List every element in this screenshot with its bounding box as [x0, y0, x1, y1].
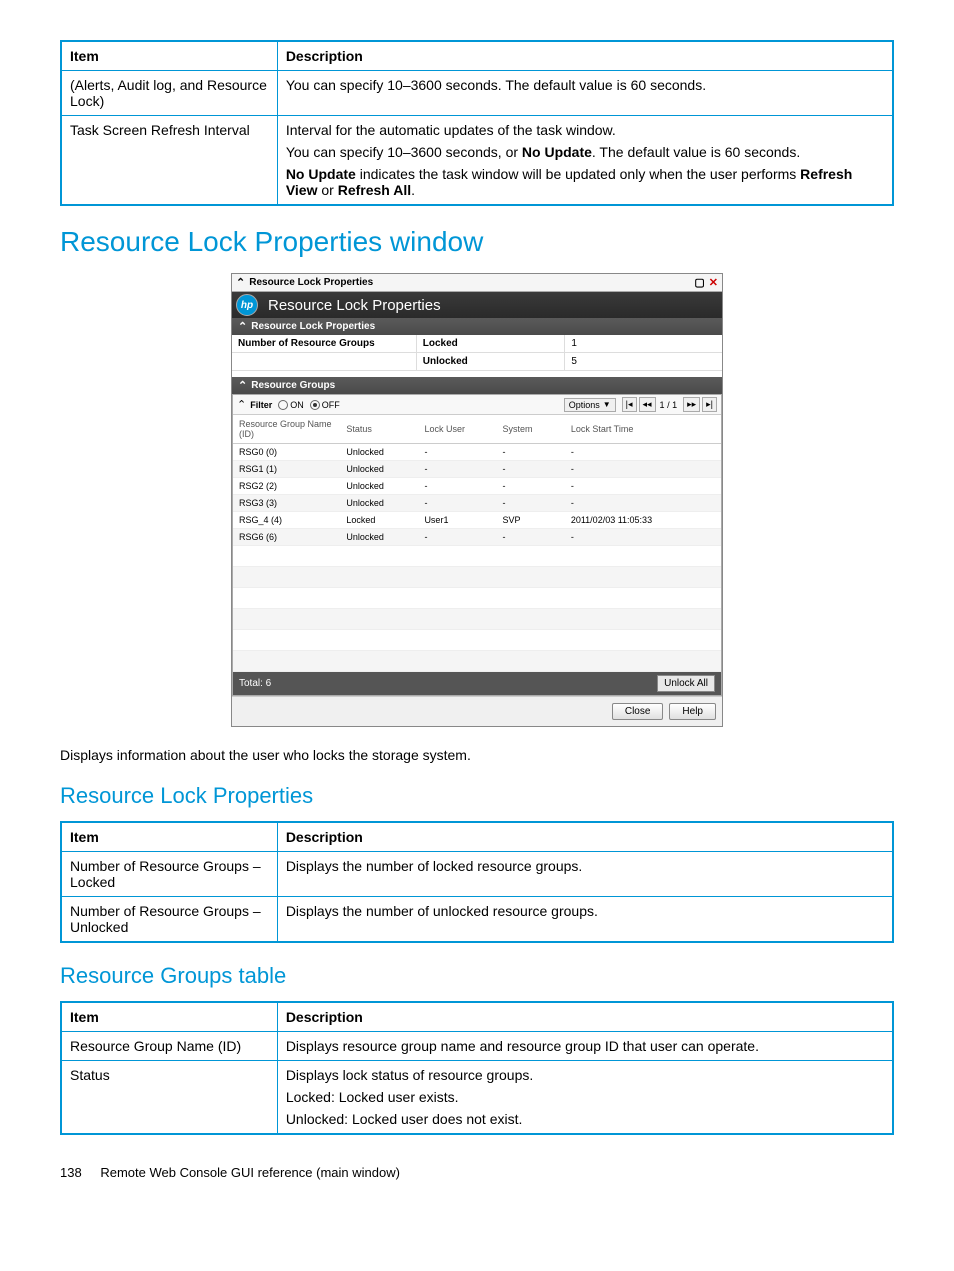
heading-resource-lock-window: Resource Lock Properties window [60, 226, 894, 258]
unlocked-label: Unlocked [417, 353, 566, 370]
resource-groups-toolbar: ⌃ Filter ON OFF Options▼ |◂ ◂◂ 1 / 1 ▸▸ … [233, 395, 721, 415]
help-button[interactable]: Help [669, 703, 716, 720]
page-last-button[interactable]: ▸| [702, 397, 717, 412]
hp-logo-icon: hp [236, 294, 258, 316]
lock-properties-panel: Number of Resource Groups Locked 1 Unloc… [232, 335, 722, 371]
item-cell: (Alerts, Audit log, and Resource Lock) [61, 71, 277, 116]
resource-lock-properties-table: Item Description Number of Resource Grou… [60, 821, 894, 943]
window-button-bar: Close Help [232, 696, 722, 726]
header-item: Item [61, 1002, 277, 1032]
num-groups-label: Number of Resource Groups [232, 335, 417, 352]
header-item: Item [61, 822, 277, 852]
window-title: Resource Lock Properties [249, 277, 373, 288]
filter-off-radio[interactable] [310, 400, 320, 410]
options-button[interactable]: Options▼ [564, 398, 616, 412]
locked-label: Locked [417, 335, 566, 352]
page-number: 138 [60, 1165, 82, 1180]
chevron-up-icon[interactable]: ⌃ [237, 398, 246, 411]
col-status[interactable]: Status [340, 415, 418, 444]
resource-groups-table: Resource Group Name (ID) Status Lock Use… [233, 415, 721, 672]
table-row[interactable]: RSG6 (6)Unlocked--- [233, 529, 721, 546]
col-name[interactable]: Resource Group Name (ID) [233, 415, 340, 444]
desc-cell: Interval for the automatic updates of th… [277, 116, 893, 206]
section-resource-groups[interactable]: ⌃ Resource Groups [232, 377, 722, 394]
item-cell: Task Screen Refresh Interval [61, 116, 277, 206]
description-text: Displays information about the user who … [60, 747, 894, 763]
table-row[interactable]: RSG1 (1)Unlocked--- [233, 461, 721, 478]
heading-resource-groups-table: Resource Groups table [60, 963, 894, 989]
page-indicator: 1 / 1 [660, 400, 678, 410]
table-row[interactable]: RSG3 (3)Unlocked--- [233, 495, 721, 512]
close-icon[interactable]: ✕ [709, 276, 718, 289]
chevron-up-icon: ⌃ [238, 320, 247, 333]
col-system[interactable]: System [497, 415, 565, 444]
table-row[interactable]: RSG2 (2)Unlocked--- [233, 478, 721, 495]
app-window: ⌃ Resource Lock Properties ▢ ✕ hp Resour… [231, 273, 723, 727]
unlock-all-button[interactable]: Unlock All [657, 675, 715, 692]
table-row[interactable]: RSG0 (0)Unlocked--- [233, 444, 721, 461]
maximize-icon[interactable]: ▢ [694, 276, 704, 289]
filter-on-radio[interactable] [278, 400, 288, 410]
header-description: Description [277, 41, 893, 71]
filter-label: Filter [250, 400, 272, 410]
table-row: Resource Group Name (ID) Displays resour… [61, 1032, 893, 1061]
table-row[interactable]: RSG_4 (4)LockedUser1SVP2011/02/03 11:05:… [233, 512, 721, 529]
filter-on-label: ON [290, 400, 304, 410]
page-footer: 138 Remote Web Console GUI reference (ma… [60, 1165, 894, 1180]
col-lock-start[interactable]: Lock Start Time [565, 415, 721, 444]
locked-value: 1 [565, 335, 722, 352]
filter-off-label: OFF [322, 400, 340, 410]
table-row: Number of Resource Groups – Locked Displ… [61, 852, 893, 897]
table-row: Number of Resource Groups – Unlocked Dis… [61, 897, 893, 943]
footer-title: Remote Web Console GUI reference (main w… [100, 1165, 400, 1180]
section-lock-properties[interactable]: ⌃ Resource Lock Properties [232, 318, 722, 335]
app-header-title: Resource Lock Properties [268, 297, 441, 314]
header-item: Item [61, 41, 277, 71]
header-description: Description [277, 1002, 893, 1032]
unlocked-value: 5 [565, 353, 722, 370]
config-table: Item Description (Alerts, Audit log, and… [60, 40, 894, 206]
collapse-icon[interactable]: ⌃ [236, 276, 245, 289]
chevron-up-icon: ⌃ [238, 379, 247, 392]
window-titlebar: ⌃ Resource Lock Properties ▢ ✕ [232, 274, 722, 292]
app-header: hp Resource Lock Properties [232, 292, 722, 318]
resource-groups-footer: Total: 6 Unlock All [233, 672, 721, 695]
table-row: (Alerts, Audit log, and Resource Lock) Y… [61, 71, 893, 116]
heading-resource-lock-properties: Resource Lock Properties [60, 783, 894, 809]
header-description: Description [277, 822, 893, 852]
col-lock-user[interactable]: Lock User [418, 415, 496, 444]
close-button[interactable]: Close [612, 703, 664, 720]
desc-cell: You can specify 10–3600 seconds. The def… [277, 71, 893, 116]
resource-groups-desc-table: Item Description Resource Group Name (ID… [60, 1001, 894, 1135]
page-next-button[interactable]: ▸▸ [683, 397, 700, 412]
dropdown-icon: ▼ [603, 400, 611, 409]
table-row: Status Displays lock status of resource … [61, 1061, 893, 1135]
table-row: Task Screen Refresh Interval Interval fo… [61, 116, 893, 206]
page-prev-button[interactable]: ◂◂ [639, 397, 656, 412]
page-first-button[interactable]: |◂ [622, 397, 637, 412]
total-count: Total: 6 [239, 678, 271, 689]
